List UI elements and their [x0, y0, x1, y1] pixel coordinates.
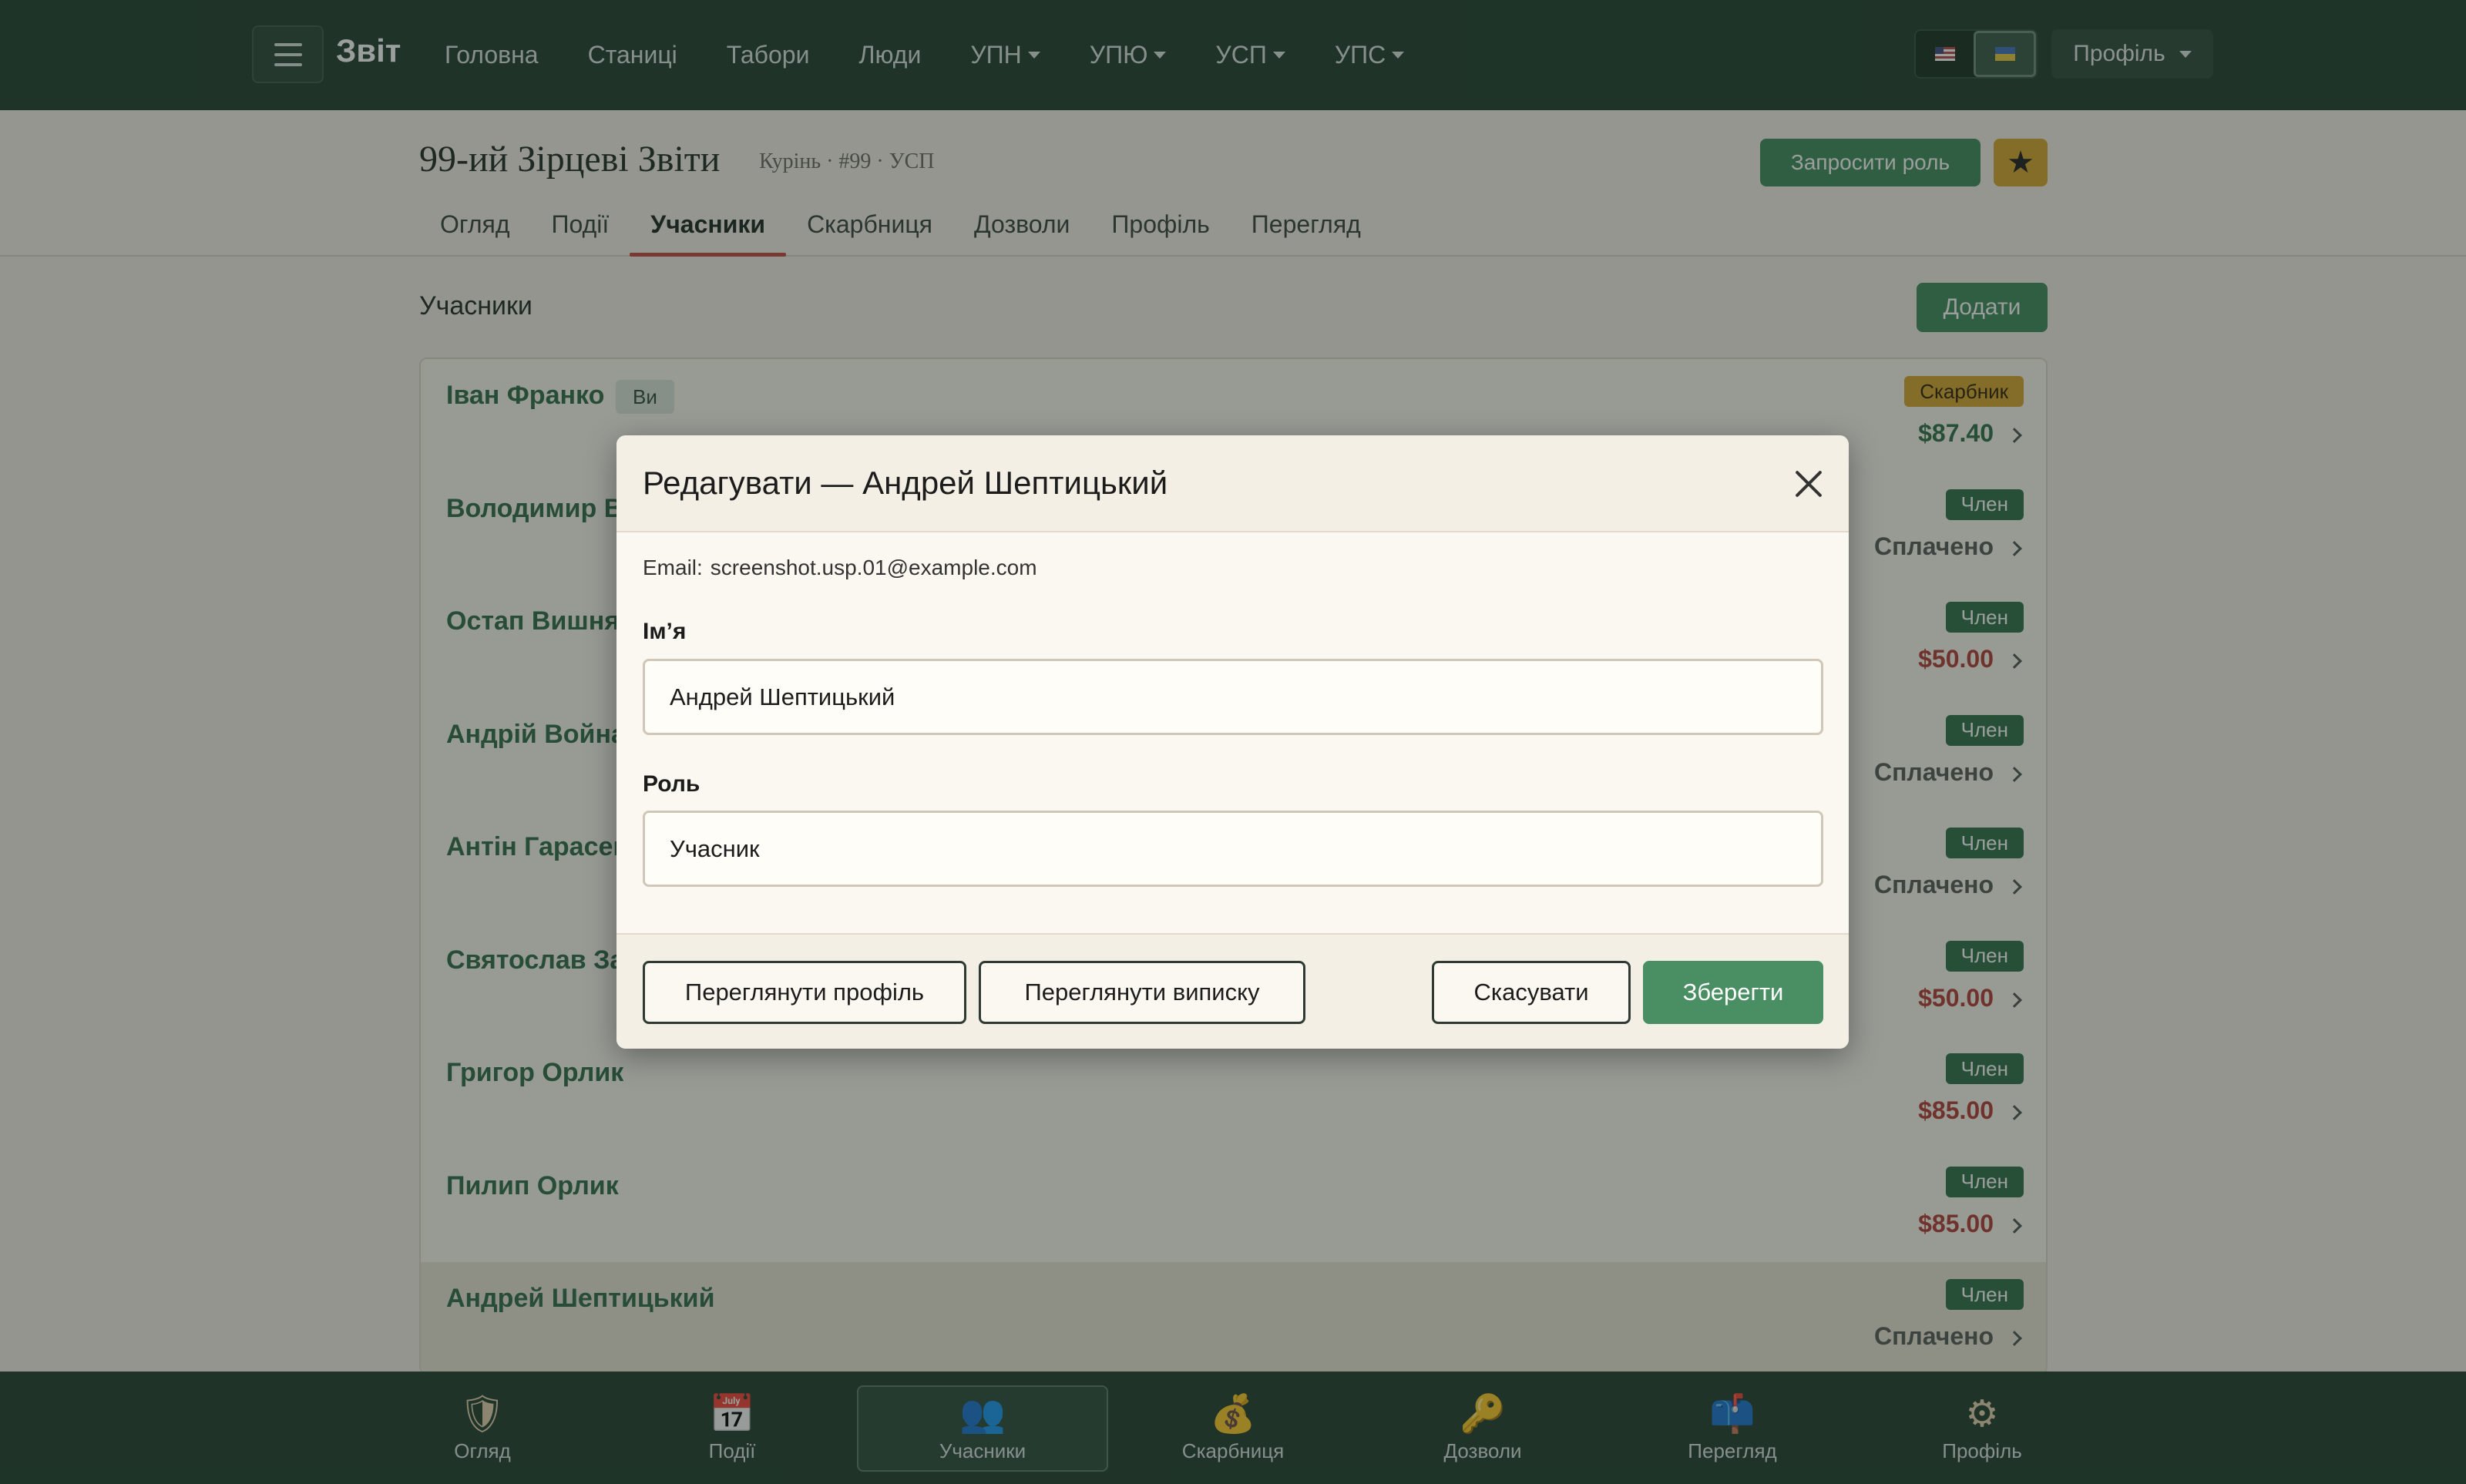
email-value: screenshot.usp.01@example.com	[710, 556, 1037, 579]
close-icon[interactable]	[1794, 469, 1823, 499]
modal-header: Редагувати — Андрей Шептицький	[616, 435, 1849, 532]
email-label: Email:	[643, 556, 703, 579]
modal-body: Email: screenshot.usp.01@example.com Ім’я…	[616, 532, 1849, 933]
email-line: Email: screenshot.usp.01@example.com	[643, 556, 1045, 580]
name-label: Ім’я	[643, 619, 687, 644]
view-profile-button[interactable]: Переглянути профіль	[643, 961, 966, 1024]
cancel-button[interactable]: Скасувати	[1432, 961, 1631, 1024]
modal-title: Редагувати — Андрей Шептицький	[643, 465, 1168, 501]
role-input[interactable]	[643, 811, 1823, 887]
save-button[interactable]: Зберегти	[1643, 961, 1823, 1024]
view-statement-button[interactable]: Переглянути виписку	[979, 961, 1305, 1024]
role-label: Роль	[643, 771, 700, 797]
name-input[interactable]	[643, 659, 1823, 735]
modal-footer: Переглянути профіль Переглянути виписку …	[616, 933, 1849, 1049]
edit-member-modal: Редагувати — Андрей Шептицький Email: scr…	[616, 435, 1849, 1049]
